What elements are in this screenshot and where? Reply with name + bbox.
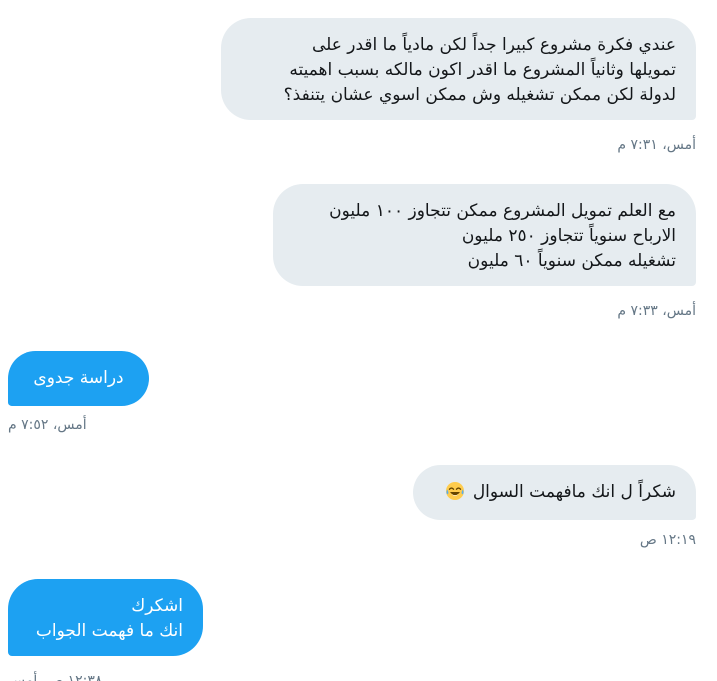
message-text-line: تمويلها وثانياً المشروع ما اقدر اكون مال…: [289, 60, 676, 80]
message-text: شكراً ل انك مافهمت السوال: [472, 482, 676, 502]
message-timestamp: أمس، ٧:٣١ م: [617, 137, 696, 153]
message-bubble[interactable]: دراسة جدوى: [8, 351, 149, 406]
message-text-line: لدولة لكن ممكن تشغيله وش ممكن اسوي عشان …: [283, 85, 676, 105]
message-text-line: تشغيله ممكن سنوياً ٦٠ مليون: [467, 251, 676, 271]
message-text-line: انك ما فهمت الجواب: [35, 621, 183, 641]
message-bubble[interactable]: مع العلم تمويل المشروع ممكن تتجاوز ١٠٠ م…: [273, 184, 696, 286]
tears-of-joy-emoji: [445, 481, 465, 501]
message-thread: عندي فكرة مشروع كبيرا جداً لكن مادياً ما…: [0, 0, 717, 681]
message-timestamp: ١٢:٣٨ ص، أمس: [8, 673, 103, 681]
message-timestamp: أمس، ٧:٥٢ م: [8, 417, 87, 433]
message-text-line: شكراً ل انك مافهمت السوال: [433, 480, 676, 505]
message-text-line: اشكرك: [131, 596, 183, 616]
message-text-line: دراسة جدوى: [33, 368, 124, 388]
message-bubble[interactable]: عندي فكرة مشروع كبيرا جداً لكن مادياً ما…: [221, 18, 696, 120]
message-bubble[interactable]: اشكرك انك ما فهمت الجواب: [8, 579, 203, 656]
message-timestamp: ١٢:١٩ ص: [639, 532, 696, 548]
message-bubble[interactable]: شكراً ل انك مافهمت السوال: [413, 465, 696, 520]
message-timestamp: أمس، ٧:٣٣ م: [617, 303, 696, 319]
message-text-line: مع العلم تمويل المشروع ممكن تتجاوز ١٠٠ م…: [329, 201, 676, 221]
message-text-line: عندي فكرة مشروع كبيرا جداً لكن مادياً ما…: [311, 35, 676, 55]
message-text-line: الارباح سنوياً تتجاوز ٢٥٠ مليون: [461, 226, 676, 246]
